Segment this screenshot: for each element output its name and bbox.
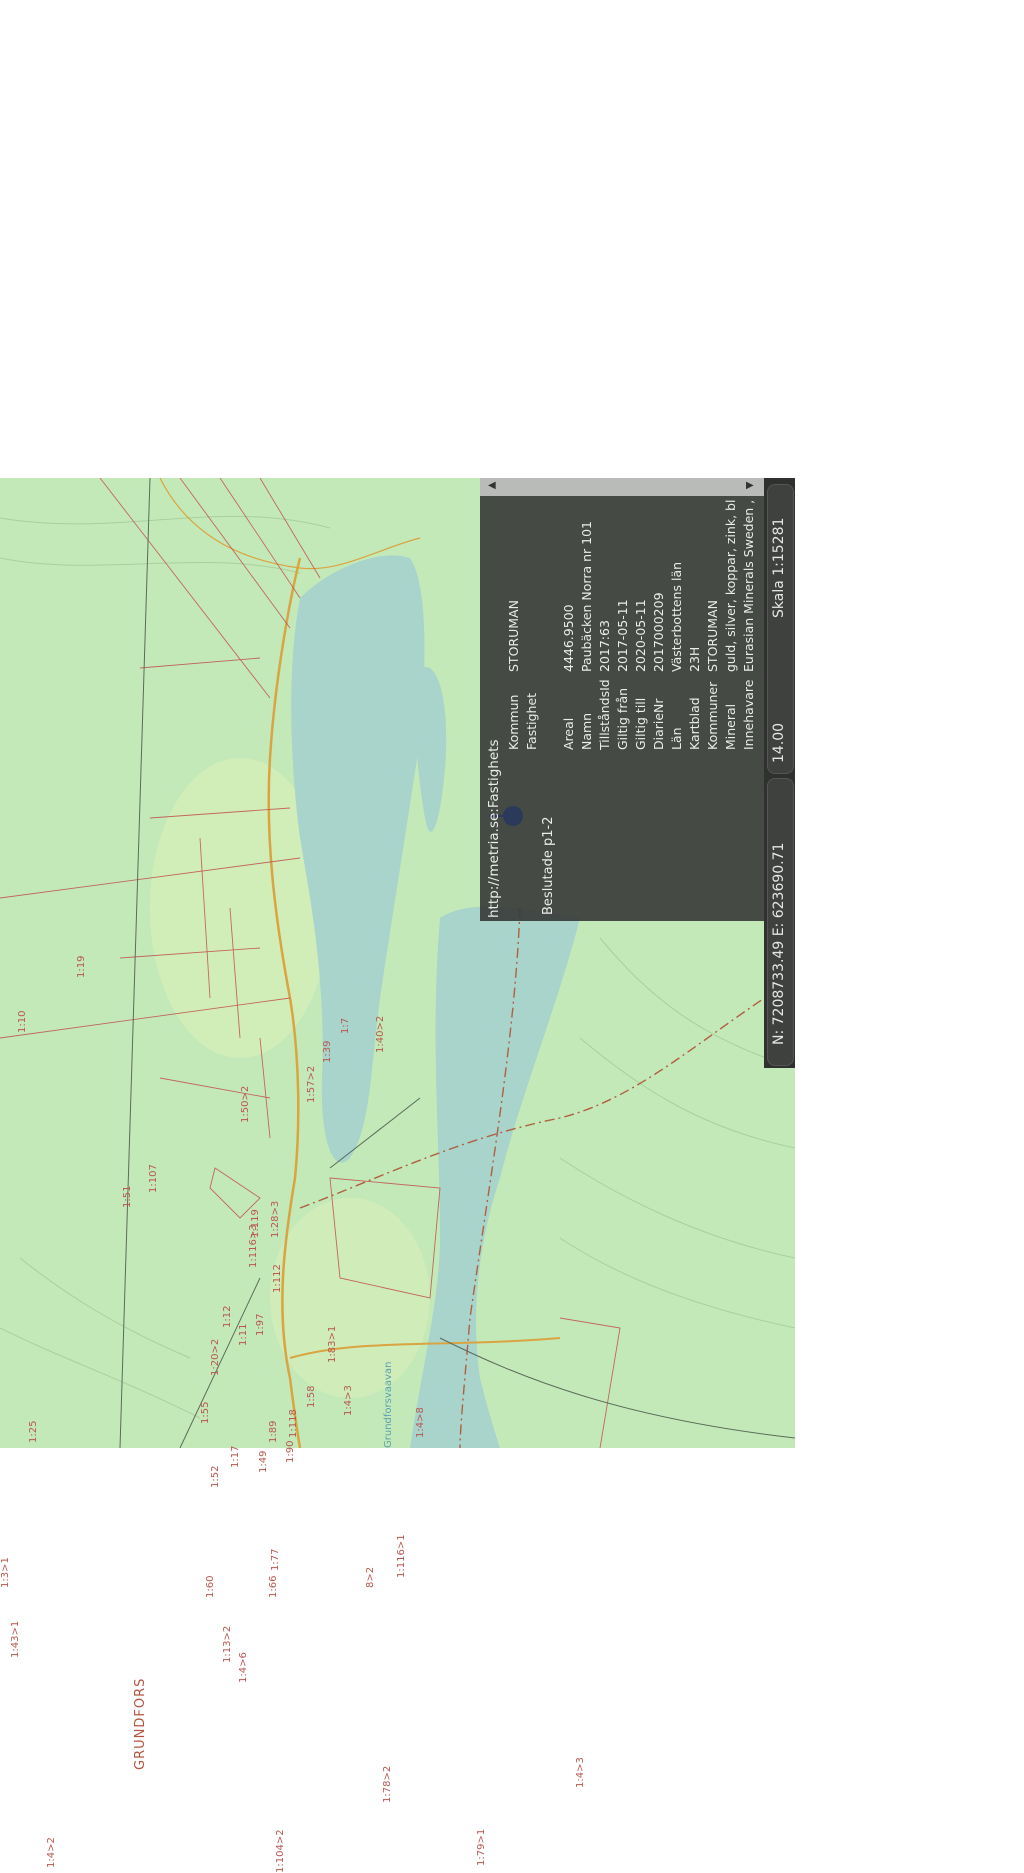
popup-subtitle: Beslutade p1-2 <box>541 816 556 915</box>
parcel-label: 1:52 <box>210 1465 221 1488</box>
parcel-label: 1:39 <box>322 1040 333 1063</box>
parcel-label: 1:4>8 <box>415 1407 426 1438</box>
popup-key: Län <box>669 727 684 750</box>
popup-value: 2017:63 <box>597 620 612 672</box>
popup-value: Västerbottens län <box>669 561 684 672</box>
popup-key: Fastighet <box>524 692 539 750</box>
parcel-label: 1:43>1 <box>10 1620 21 1658</box>
parcel-label: 1:10 <box>17 1010 28 1033</box>
popup-key: Mineral <box>723 703 738 750</box>
parcel-label: 1:60 <box>205 1575 216 1598</box>
parcel-label: 1:78>2 <box>382 1765 393 1803</box>
map-pin-icon[interactable] <box>489 806 523 826</box>
parcel-label: 8>2 <box>365 1566 376 1588</box>
popup-value: STORUMAN <box>506 600 521 672</box>
parcel-label: 1:3>1 <box>0 1557 11 1588</box>
parcel-label: 1:83>1 <box>327 1325 338 1363</box>
popup-key: Namn <box>579 712 594 750</box>
popup-url: http://metria.se:Fastighets <box>486 739 502 919</box>
popup-value: 23H <box>687 646 702 672</box>
popup-key: Areal <box>561 717 576 750</box>
parcel-label: 1:19 <box>76 955 87 978</box>
parcel-label: 1:66 <box>268 1575 279 1598</box>
parcel-label: 1:28>3 <box>270 1200 281 1238</box>
popup-key: DiarieNr <box>651 698 666 750</box>
parcel-label: 1:50>2 <box>240 1085 251 1123</box>
parcel-label: 1:118 <box>288 1409 299 1438</box>
parcel-label: 1:89 <box>268 1420 279 1443</box>
parcel-label: 1:112 <box>272 1264 283 1293</box>
parcel-label: 1:11 <box>238 1323 249 1346</box>
popup-value: 2017-05-11 <box>615 599 630 672</box>
popup-key: Kommun <box>506 694 521 750</box>
parcel-label: 1:90 <box>285 1440 296 1463</box>
parcel-label: 1:116>3 <box>248 1224 259 1268</box>
popup-value: STORUMAN <box>705 600 720 672</box>
coordinates-readout: N: 7208733.49 E: 623690.71 <box>771 842 787 1045</box>
parcel-label: 1:13>2 <box>222 1625 233 1663</box>
popup-key: Innehavare <box>741 679 756 750</box>
parcel-label: 1:49 <box>258 1450 269 1473</box>
parcel-label: 1:116>1 <box>396 1534 407 1578</box>
popup-key: Kommuner <box>705 681 720 750</box>
popup-key: TillståndsId <box>597 679 612 750</box>
scroll-left-icon[interactable]: ◀ <box>488 480 496 491</box>
parcel-label: 1:40>2 <box>375 1015 386 1053</box>
parcel-label: 1:20>2 <box>210 1338 221 1376</box>
popup-value: Eurasian Minerals Sweden , <box>741 499 756 672</box>
parcel-label: 1:55 <box>200 1401 211 1424</box>
map-scale: Skala 1:15281 <box>771 517 787 618</box>
parcel-label: 1:4>6 <box>238 1652 249 1683</box>
parcel-label: 1:51 <box>122 1185 133 1208</box>
parcel-label: 1:104>2 <box>275 1829 286 1873</box>
popup-value: 2020-05-11 <box>633 599 648 672</box>
popup-value: Paubäcken Norra nr 101 <box>579 521 594 672</box>
popup-key: Kartblad <box>687 697 702 750</box>
parcel-label: 1:4>2 <box>46 1837 57 1868</box>
parcel-label: 1:58 <box>306 1385 317 1408</box>
parcel-label: 1:17 <box>230 1445 241 1468</box>
place-label: GRUNDFORS <box>133 1677 148 1770</box>
parcel-label: 1:25 <box>28 1420 39 1443</box>
lake-label: Grundforsvaavan <box>383 1361 394 1448</box>
parcel-label: 1:79>1 <box>476 1828 487 1866</box>
parcel-label: 1:7 <box>340 1017 351 1034</box>
zoom-level: 14.00 <box>771 722 787 763</box>
popup-scrollbar[interactable]: ◀ ▶ <box>480 478 764 496</box>
parcel-label: 1:4>3 <box>343 1385 354 1416</box>
popup-value: 4446.9500 <box>561 604 576 672</box>
parcel-label: 1:97 <box>255 1313 266 1336</box>
popup-key: Giltig till <box>633 697 648 750</box>
popup-value: guld, silver, koppar, zink, bl <box>723 499 738 672</box>
popup-value: 2017000209 <box>651 592 666 672</box>
parcel-label: 1:57>2 <box>306 1065 317 1103</box>
scroll-right-icon[interactable]: ▶ <box>746 480 754 491</box>
parcel-label: 1:4>3 <box>575 1757 586 1788</box>
popup-key: Giltig från <box>615 687 630 750</box>
parcel-label: 1:77 <box>270 1548 281 1571</box>
parcel-label: 1:12 <box>222 1305 233 1328</box>
parcel-label: 1:107 <box>148 1164 159 1193</box>
